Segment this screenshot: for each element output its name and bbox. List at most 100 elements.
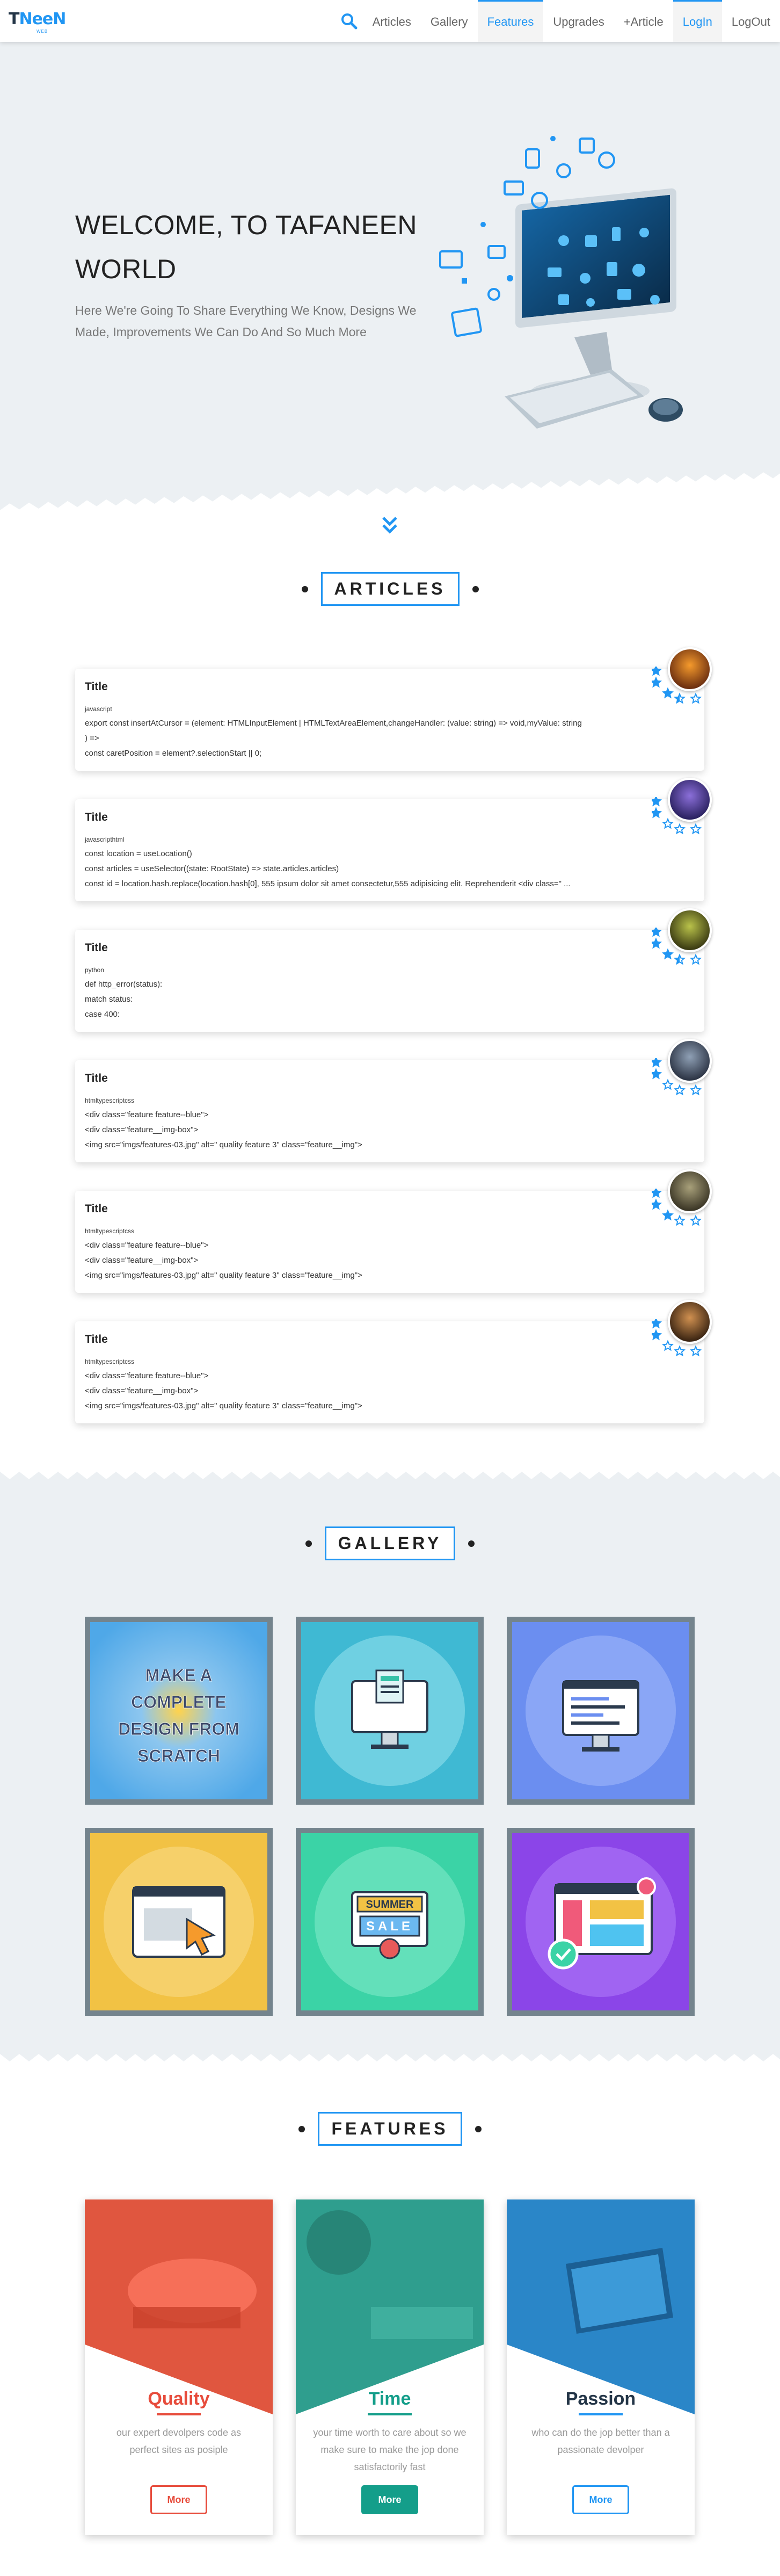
star-icon (661, 687, 674, 699)
rating-stars (652, 1189, 702, 1226)
feature-title: Quality (148, 2389, 210, 2409)
star-icon (689, 1345, 702, 1357)
article-title: Title (85, 1203, 108, 1215)
feature-image-hands-laptop (85, 2199, 273, 2414)
star-icon (652, 1329, 662, 1341)
article-code-line: const articles = useSelector((state: Roo… (85, 864, 339, 873)
gallery-tile-code[interactable] (507, 1617, 695, 1805)
star-icon (652, 928, 662, 937)
star-icon (652, 1068, 662, 1080)
features-heading-label: FEATURES (318, 2112, 462, 2146)
feature-more-button[interactable]: More (150, 2485, 207, 2514)
tile-text-line: COMPLETE (131, 1692, 227, 1712)
gallery-tile-browser[interactable] (85, 1828, 273, 2016)
gallery-tile-summer-sale[interactable]: SUMMER SALE (296, 1828, 484, 2016)
article-card[interactable]: Title htmltypescriptcss <div class="featur… (75, 1169, 712, 1293)
articles-heading: ARTICLES (0, 572, 780, 606)
tile-text-line: MAKE A (145, 1666, 212, 1685)
nav-link-logout[interactable]: LogOut (722, 0, 780, 42)
feature-image-laptop (507, 2199, 695, 2414)
hero-title: WELCOME, TO TAFANEEN WORLD (75, 210, 417, 284)
star-icon (673, 1084, 686, 1096)
article-code-line: <div class="feature__img-box"> (85, 1386, 199, 1395)
feature-text: our expert devolpers code as perfect sit… (116, 2427, 242, 2455)
star-icon (652, 807, 662, 819)
nav-link-gallery[interactable]: Gallery (421, 0, 478, 42)
gallery-zigzag-bottom (0, 2054, 780, 2073)
tile-text-line: DESIGN FROM (118, 1719, 239, 1739)
star-icon (652, 1198, 662, 1210)
feature-title: Time (368, 2389, 411, 2409)
article-code-line: const id = location.hash.replace(locatio… (85, 879, 571, 888)
star-icon (652, 797, 662, 807)
star-icon (652, 667, 662, 676)
star-icon (661, 1079, 674, 1090)
star-icon (673, 692, 686, 704)
article-card[interactable]: Title htmltypescriptcss <div class="featur… (75, 1039, 712, 1162)
browser-cursor-illustration-icon (90, 1833, 267, 2010)
star-icon (652, 1189, 662, 1198)
gallery-heading: GALLERY (0, 1526, 780, 1560)
site-logo[interactable]: TNeeN WEB (9, 10, 66, 34)
article-title: Title (85, 681, 108, 693)
article-language: htmltypescriptcss (85, 1358, 135, 1365)
article-title: Title (85, 811, 108, 823)
star-icon (661, 817, 674, 829)
article-language: javascripthtml (85, 836, 125, 843)
gallery-heading-label: GALLERY (324, 1526, 456, 1560)
article-card[interactable]: Title htmltypescriptcss <div class="featur… (75, 1300, 712, 1423)
star-icon (673, 823, 686, 835)
nav-link-features[interactable]: Features (477, 0, 544, 42)
heading-dot-right (472, 585, 479, 592)
article-code-line: <div class="feature feature--blue"> (85, 1110, 209, 1119)
article-code-line: <div class="feature__img-box"> (85, 1125, 199, 1134)
star-icon (673, 953, 686, 965)
gallery-tile-web-page[interactable] (296, 1617, 484, 1805)
computer-illustration (439, 136, 683, 429)
star-icon (661, 1340, 674, 1351)
feature-text: who can do the jop better than a passion… (531, 2427, 670, 2455)
ui-cards-illustration-icon (512, 1833, 689, 2010)
hero-description: Here We're Going To Share Everything We … (75, 303, 417, 339)
star-icon (673, 1345, 686, 1357)
star-icon (689, 692, 702, 704)
article-code-line: <div class="feature__img-box"> (85, 1256, 199, 1265)
feature-title: Passion (565, 2389, 636, 2409)
search-button[interactable] (335, 0, 363, 42)
article-card[interactable]: Title python def http_error(status): match … (75, 908, 712, 1032)
feature-card-time: Time your time worth to care about so we… (296, 2199, 484, 2535)
nav-link-upgrades[interactable]: Upgrades (543, 0, 614, 42)
nav-link-articles[interactable]: Articles (363, 0, 421, 42)
star-icon (689, 1084, 702, 1096)
features-heading: FEATURES (0, 2112, 780, 2146)
article-card[interactable]: Title javascript export const insertAtCurs… (75, 647, 712, 771)
nav-links: Articles Gallery Features Upgrades +Arti… (335, 0, 780, 42)
article-title: Title (85, 1333, 108, 1345)
rating-stars (652, 797, 702, 835)
article-language: javascript (85, 705, 112, 713)
star-icon (689, 953, 702, 965)
star-icon (652, 937, 662, 949)
rating-stars (652, 928, 702, 965)
gallery-tile-ui-cards[interactable] (507, 1828, 695, 2016)
feature-underline (579, 2413, 623, 2415)
rating-stars (652, 1058, 702, 1096)
search-icon (341, 13, 358, 30)
heading-dot-right (475, 2125, 482, 2132)
feature-more-button[interactable]: More (361, 2485, 418, 2514)
nav-link-login[interactable]: LogIn (673, 0, 722, 42)
scroll-down-chevron-icon[interactable] (380, 515, 399, 536)
rating-stars (652, 667, 702, 704)
sale-label: SALE (366, 1919, 413, 1934)
logo-text: TNeeN (9, 10, 66, 28)
article-code-line: export const insertAtCursor = (element: … (85, 719, 582, 728)
gallery-tile-design[interactable]: MAKE A COMPLETE DESIGN FROM SCRATCH (85, 1617, 273, 1805)
feature-more-button[interactable]: More (572, 2485, 629, 2514)
article-language: htmltypescriptcss (85, 1097, 135, 1104)
nav-link-add-article[interactable]: +Article (614, 0, 673, 42)
article-card[interactable]: Title javascripthtml const location = useL… (75, 778, 712, 901)
article-code-line: <img src="imgs/features-03.jpg" alt=" qu… (85, 1271, 362, 1280)
tile-text-line: SCRATCH (137, 1746, 220, 1765)
star-icon (652, 1058, 662, 1068)
articles-heading-label: ARTICLES (320, 572, 460, 606)
